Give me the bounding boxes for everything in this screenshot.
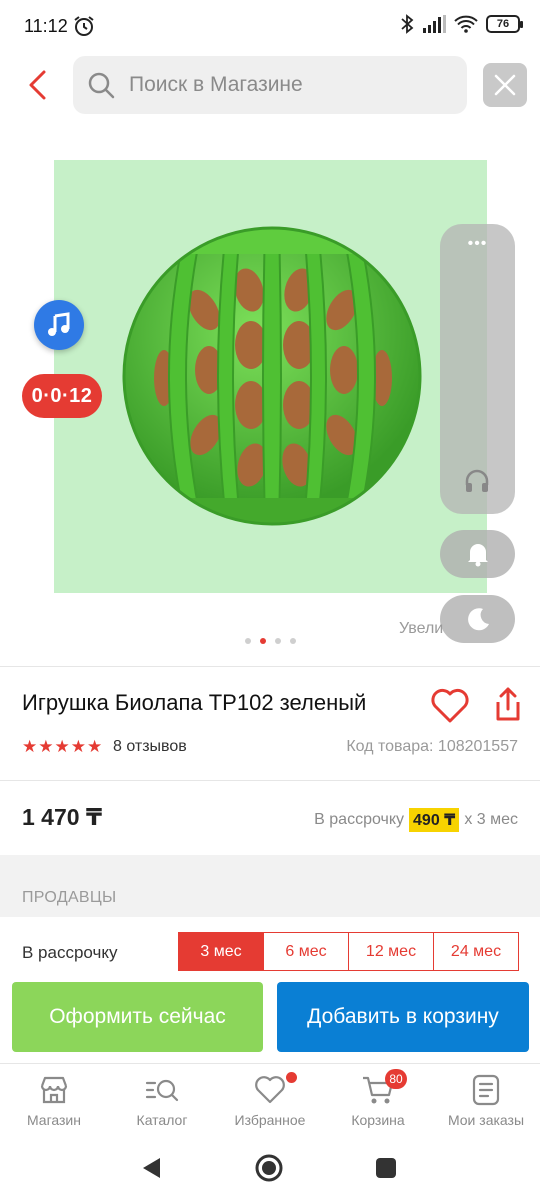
status-bar: 11:12 76 — [0, 0, 540, 52]
installment-amount: 490 ₸ — [409, 808, 460, 832]
more-dots-icon[interactable]: ••• — [440, 236, 515, 252]
product-price: 1 470 ₸ — [22, 804, 102, 830]
system-recents-icon[interactable] — [375, 1157, 397, 1179]
product-title: Игрушка Биолапа TP102 зеленый — [22, 690, 367, 715]
sellers-heading: ПРОДАВЦЫ — [22, 889, 117, 906]
search-input[interactable]: Поиск в Магазине — [73, 56, 467, 114]
gallery-dot-active[interactable] — [260, 638, 266, 644]
reviews-link[interactable]: 8 отзывов — [113, 738, 187, 756]
heart-icon — [255, 1076, 285, 1104]
share-icon[interactable] — [494, 686, 522, 722]
installment-suffix: x 3 мес — [464, 811, 518, 828]
gallery-dot[interactable] — [290, 638, 296, 644]
nav-label: Избранное — [234, 1112, 306, 1128]
plan-tab-3[interactable]: 3 мес — [179, 933, 263, 970]
close-button[interactable] — [483, 63, 527, 107]
nav-item-catalog[interactable]: Каталог — [108, 1064, 216, 1139]
catalog-search-icon — [145, 1079, 179, 1102]
star-icon: ★ — [54, 737, 70, 756]
bottom-navigation: Магазин Каталог Избранное 80 Корзина Мои… — [0, 1063, 540, 1139]
gallery-dots — [245, 638, 296, 644]
buy-now-button[interactable]: Оформить сейчас — [12, 982, 263, 1052]
cart-count-badge: 80 — [385, 1069, 407, 1089]
divider — [0, 666, 540, 667]
bell-icon — [467, 544, 488, 567]
bluetooth-icon — [401, 14, 414, 34]
nav-item-shop[interactable]: Магазин — [0, 1064, 108, 1139]
add-to-cart-button[interactable]: Добавить в корзину — [277, 982, 529, 1052]
search-placeholder: Поиск в Магазине — [129, 73, 303, 96]
nav-label: Мои заказы — [447, 1112, 525, 1128]
section-separator — [0, 855, 540, 917]
music-button[interactable] — [34, 300, 84, 350]
installment-plan-tabs: 3 мес 6 мес 12 мес 24 мес — [178, 932, 519, 971]
music-note-icon — [48, 312, 70, 336]
headphones-icon[interactable] — [464, 468, 490, 494]
search-header: Поиск в Магазине — [0, 56, 540, 114]
signal-icon — [423, 15, 446, 33]
favorites-badge-dot — [286, 1072, 297, 1083]
moon-icon — [467, 608, 489, 631]
close-icon — [494, 74, 516, 96]
battery-indicator: 76 — [486, 15, 523, 33]
system-home-icon[interactable] — [254, 1153, 284, 1183]
nav-item-cart[interactable]: 80 Корзина — [324, 1064, 432, 1139]
plan-tab-12[interactable]: 12 мес — [348, 933, 433, 970]
back-button[interactable] — [22, 68, 56, 102]
search-icon — [88, 72, 115, 99]
orders-icon — [472, 1074, 500, 1106]
nav-label: Каталог — [136, 1112, 188, 1128]
zoom-hint[interactable]: Увели — [399, 620, 443, 638]
star-icon: ★ — [22, 737, 38, 756]
plan-tab-6[interactable]: 6 мес — [263, 933, 348, 970]
recording-timer-badge[interactable]: 0·0·12 — [22, 374, 102, 418]
plan-tab-24[interactable]: 24 мес — [433, 933, 518, 970]
gallery-dot[interactable] — [245, 638, 251, 644]
system-navigation-bar — [0, 1140, 540, 1200]
toy-ball-picture — [122, 226, 422, 526]
shop-icon — [40, 1076, 68, 1104]
gallery-dot[interactable] — [275, 638, 281, 644]
nav-item-orders[interactable]: Мои заказы — [432, 1064, 540, 1139]
status-time: 11:12 — [24, 16, 68, 36]
floating-side-panel[interactable]: ••• — [440, 224, 515, 514]
installment-prefix: В рассрочку — [314, 811, 405, 828]
favorite-heart-icon[interactable] — [430, 688, 470, 724]
alarm-icon — [74, 16, 94, 36]
star-icon: ★ — [38, 737, 54, 756]
plan-label: В рассрочку — [22, 943, 118, 962]
notification-toggle[interactable] — [440, 530, 515, 578]
installment-info: В рассрочку 490 ₸ x 3 мес — [314, 808, 518, 832]
product-image[interactable] — [54, 160, 487, 593]
nav-label: Корзина — [351, 1112, 405, 1128]
system-back-icon[interactable] — [140, 1156, 162, 1180]
wifi-icon — [454, 15, 478, 33]
star-icon: ★ — [87, 737, 103, 756]
divider — [0, 780, 540, 781]
nav-item-favorites[interactable]: Избранное — [216, 1064, 324, 1139]
rating-stars: ★ ★ ★ ★ ★ — [22, 737, 102, 757]
product-sku: Код товара: 108201557 — [346, 738, 518, 755]
night-mode-toggle[interactable] — [440, 595, 515, 643]
nav-label: Магазин — [26, 1112, 81, 1128]
star-icon: ★ — [70, 737, 86, 756]
